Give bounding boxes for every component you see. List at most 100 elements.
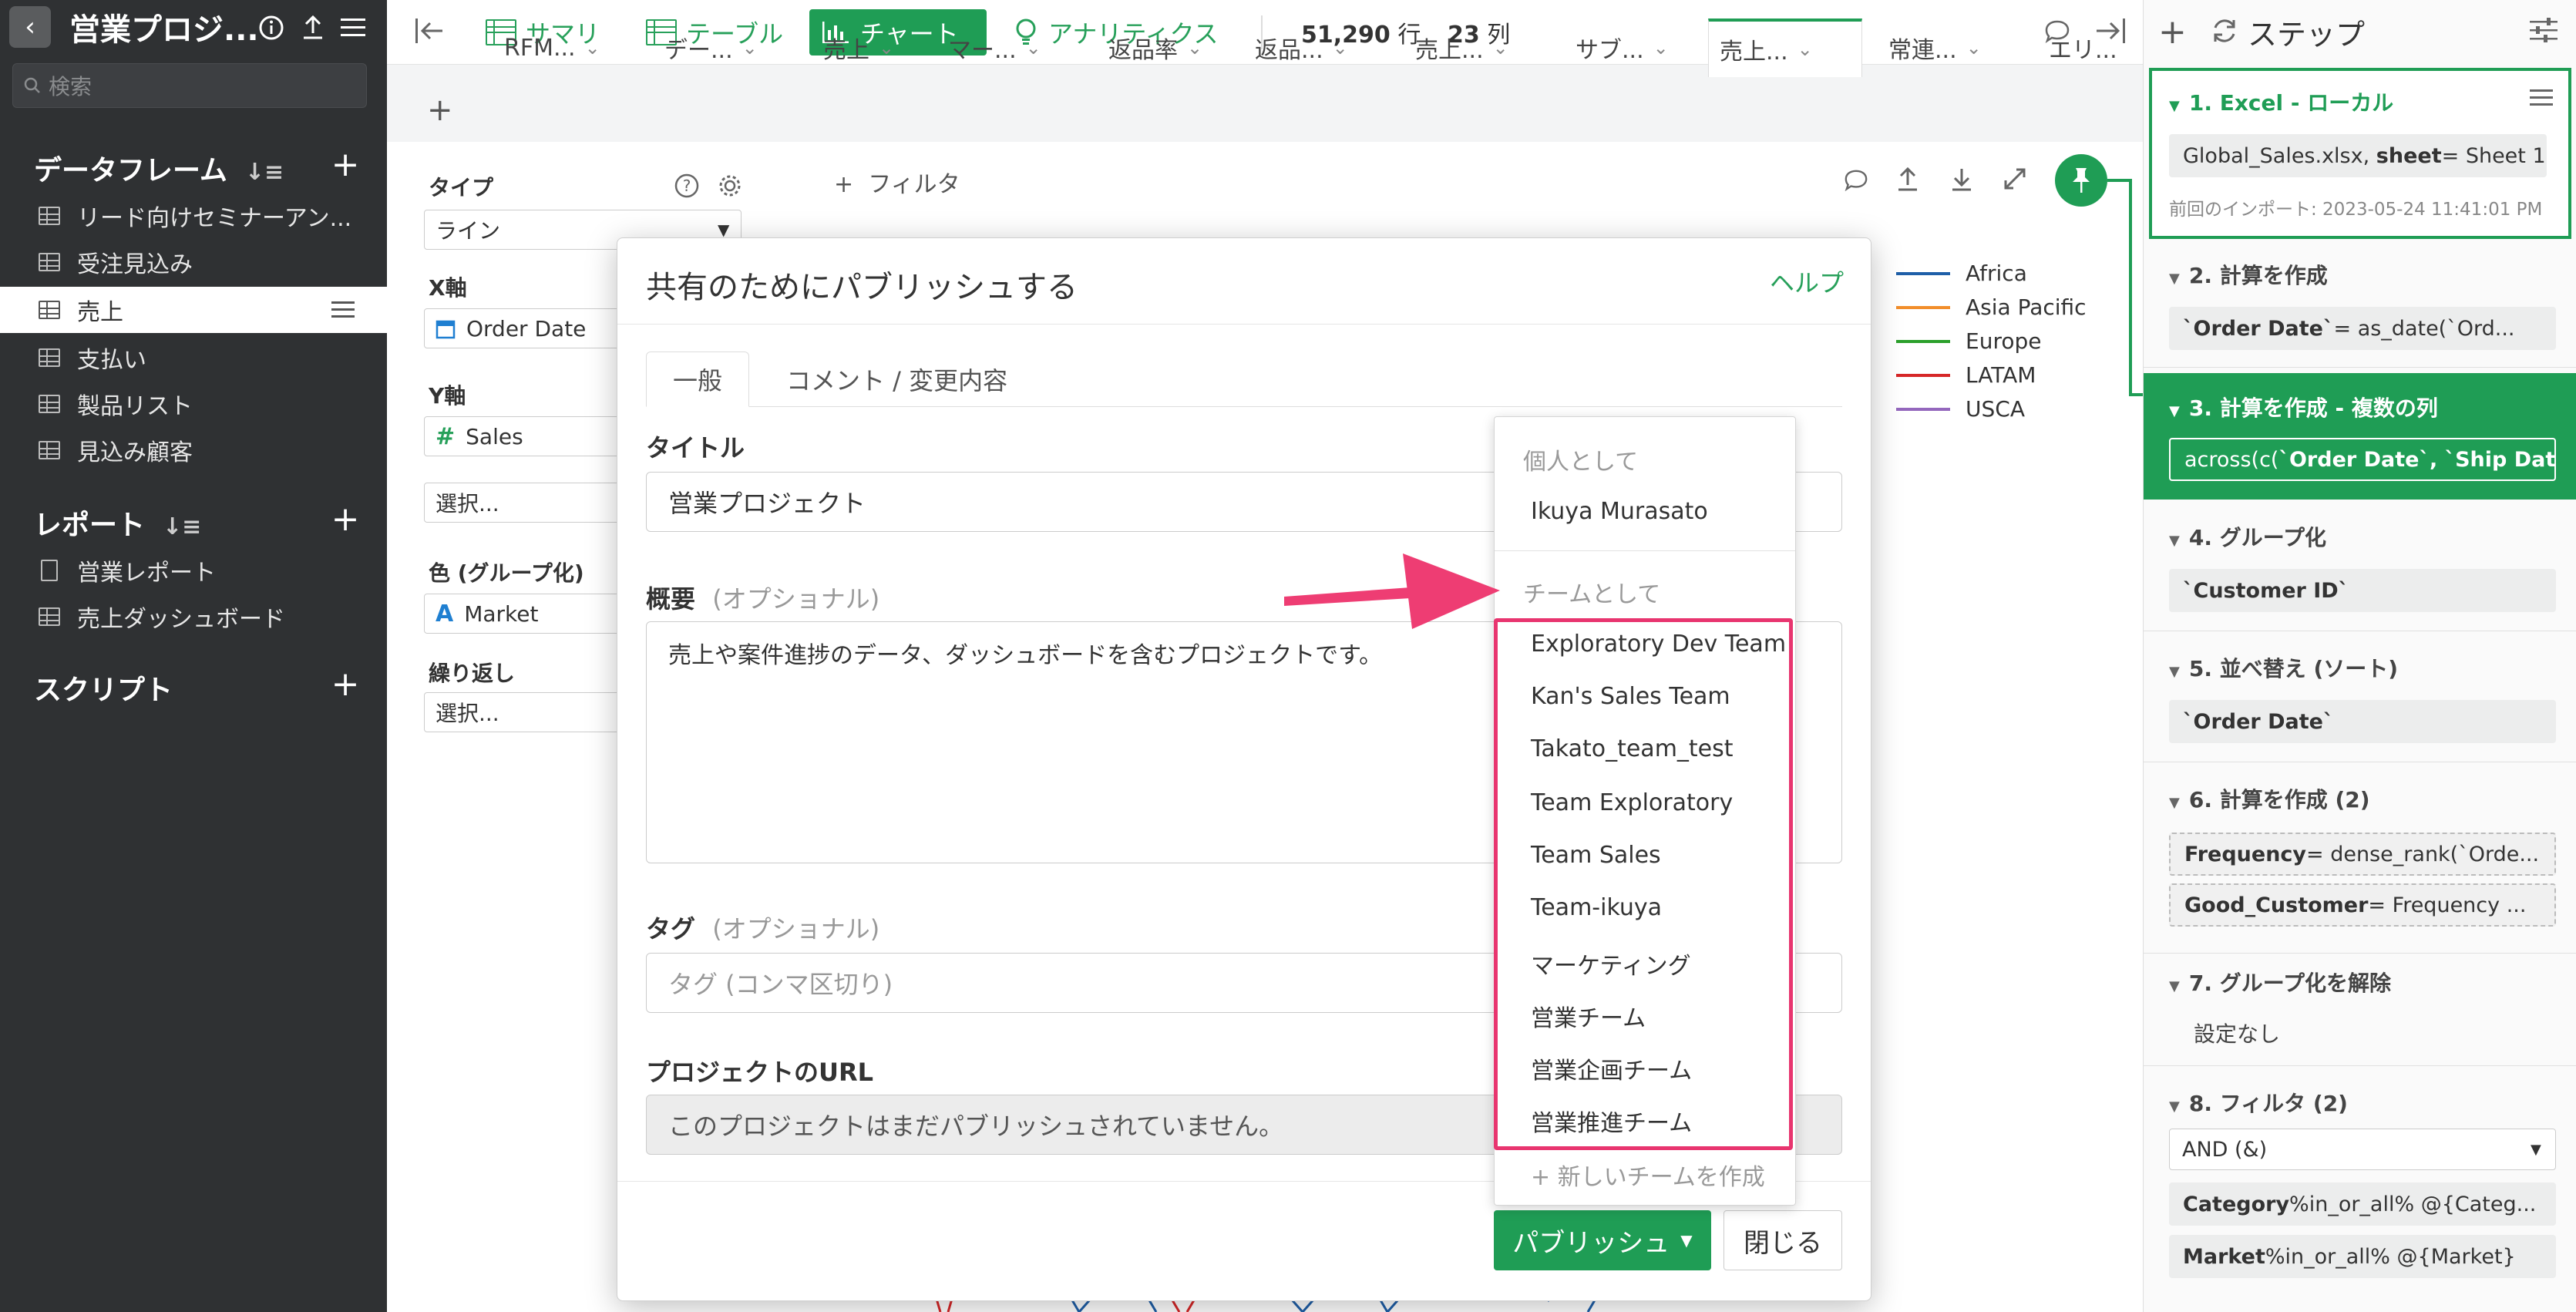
tab-chart[interactable]: 返品... ⌄ [1244, 19, 1359, 77]
tab-chart[interactable]: エリ... [2038, 19, 2128, 77]
gear-icon[interactable] [717, 173, 743, 202]
help-circle-icon[interactable]: ? [674, 173, 700, 202]
tab-chart[interactable]: RFM... ⌄ [493, 19, 611, 77]
svg-text:?: ? [683, 177, 691, 195]
step-6-chip[interactable]: Frequency = dense_rank(`Orde... [2169, 833, 2556, 876]
step-8-logic-select[interactable]: AND (&) ▼ [2169, 1129, 2556, 1170]
project-title[interactable]: 営業プロジ... [69, 5, 259, 49]
sidebar-item-dataframe[interactable]: 受注見込み [0, 239, 387, 285]
step-divider [2143, 1065, 2576, 1066]
step-5-title[interactable]: ▼ 5. 並べ替え (ソート) [2169, 652, 2398, 683]
tab-chart[interactable]: 常連... ⌄ [1878, 19, 1993, 77]
legend-item: Europe [1896, 328, 2041, 354]
dropdown-item-user[interactable]: Ikuya Murasato [1531, 498, 1708, 525]
back-button[interactable]: ‹ [9, 6, 51, 48]
step-8-title[interactable]: ▼ 8. フィルタ (2) [2169, 1087, 2348, 1118]
caret-down-icon: ▼ [718, 220, 730, 239]
sort-icon[interactable]: ↓≡ [237, 159, 284, 186]
step-1-chip[interactable]: Global_Sales.xlsx, sheet = Sheet 1 [2169, 134, 2547, 177]
step-3-chip[interactable]: across(c(`Order Date`, `Ship Date`),... [2169, 438, 2556, 481]
tab-general[interactable]: 一般 [646, 352, 750, 407]
reports-header: レポート ↓≡ [34, 510, 202, 541]
add-filter-button[interactable]: + フィルタ [834, 165, 960, 199]
download-icon[interactable] [1950, 167, 1973, 196]
sidebar-search-input[interactable]: 検索 [12, 63, 367, 108]
divider [617, 324, 1871, 325]
tab-chart[interactable]: 返品率 ⌄ [1098, 19, 1213, 77]
help-link[interactable]: ヘルプ [1770, 264, 1844, 299]
chevron-down-icon: ⌄ [1332, 37, 1348, 59]
sidebar-item-dataframe-active[interactable]: 売上 [0, 287, 387, 333]
upload-icon[interactable] [296, 11, 330, 45]
repeat-select[interactable]: 選択... [424, 692, 624, 732]
chevron-down-icon: ⌄ [1653, 37, 1669, 59]
sidebar-item-dataframe[interactable]: 製品リスト [0, 381, 387, 427]
legend-swatch [1896, 407, 1950, 411]
sidebar-item-report[interactable]: 売上ダッシュボード [0, 594, 387, 640]
dialog-title: 共有のためにパブリッシュする [646, 270, 1078, 305]
export-icon[interactable] [1896, 167, 1919, 196]
create-team-link[interactable]: + 新しいチームを作成 [1531, 1158, 1765, 1192]
tab-chart[interactable]: サブ... ⌄ [1565, 19, 1680, 77]
close-button[interactable]: 閉じる [1723, 1210, 1842, 1270]
team-header: チームとして [1523, 581, 1661, 608]
step-6-title[interactable]: ▼ 6. 計算を作成 (2) [2169, 783, 2370, 814]
sidebar-item-dataframe[interactable]: リード向けセミナーアン... [0, 193, 387, 239]
add-tab-button[interactable]: + [427, 93, 453, 128]
tab-comment[interactable]: コメント / 変更内容 [760, 352, 1034, 407]
step-4-chip[interactable]: `Customer ID` [2169, 569, 2556, 612]
color-field[interactable]: A Market [424, 594, 624, 634]
connector-line [2107, 179, 2130, 182]
sort-icon[interactable]: ↓≡ [155, 513, 201, 540]
caret-down-icon: ▼ [2169, 403, 2180, 419]
step-8-chip[interactable]: Market %in_or_all% @{Market} [2169, 1235, 2556, 1278]
chevron-down-icon: ⌄ [879, 37, 895, 59]
step-6-chip[interactable]: Good_Customer = Frequency ... [2169, 883, 2556, 927]
table-icon [37, 299, 62, 321]
step-7-title[interactable]: ▼ 7. グループ化を解除 [2169, 967, 2391, 997]
sidebar-item-report[interactable]: 営業レポート [0, 547, 387, 594]
comment-icon[interactable] [1844, 168, 1868, 196]
sidebar-item-dataframe[interactable]: 支払い [0, 335, 387, 381]
dataframes-header: データフレーム ↓≡ [34, 155, 284, 187]
tab-chart[interactable]: 売上 ⌄ [812, 19, 905, 77]
personal-header: 個人として [1523, 449, 1639, 476]
caret-down-icon: ▼ [2169, 795, 2180, 811]
pin-icon [2073, 168, 2090, 193]
calendar-icon [435, 320, 456, 339]
expand-icon[interactable] [2003, 167, 2027, 194]
add-dataframe-button[interactable]: + [328, 145, 362, 184]
collapse-left-icon[interactable] [413, 15, 447, 49]
tab-chart[interactable]: マー... ⌄ [937, 19, 1052, 77]
step-4-title[interactable]: ▼ 4. グループ化 [2169, 521, 2326, 552]
sliders-icon[interactable] [2530, 17, 2558, 46]
tab-chart[interactable]: 売上... ⌄ [1404, 19, 1519, 77]
refresh-icon[interactable] [2209, 15, 2240, 49]
step-3-title[interactable]: ▼ 3. 計算を作成 - 複数の列 [2169, 392, 2438, 422]
y-axis-field[interactable]: # Sales [424, 416, 624, 456]
info-icon[interactable] [254, 11, 288, 45]
tab-chart[interactable]: デー... ⌄ [654, 19, 768, 77]
step-5-chip[interactable]: `Order Date` [2169, 700, 2556, 743]
add-script-button[interactable]: + [328, 664, 362, 704]
step-1-title[interactable]: ▼ 1. Excel - ローカル [2169, 86, 2393, 117]
item-menu-icon[interactable] [331, 300, 355, 320]
add-step-button[interactable]: + [2158, 12, 2187, 52]
url-label: プロジェクトのURL [646, 1058, 874, 1087]
x-axis-field[interactable]: Order Date [424, 308, 624, 348]
y-axis-select[interactable]: 選択... [424, 483, 624, 523]
menu-icon[interactable] [336, 11, 370, 45]
table-icon [37, 347, 62, 368]
step-2-title[interactable]: ▼ 2. 計算を作成 [2169, 259, 2328, 290]
publish-button[interactable]: パブリッシュ ▼ [1494, 1210, 1711, 1270]
step-8-chip[interactable]: Category %in_or_all% @{Categ... [2169, 1182, 2556, 1226]
step-2-chip[interactable]: `Order Date` = as_date(`Ord... [2169, 307, 2556, 350]
step-menu-icon[interactable] [2530, 88, 2553, 111]
add-report-button[interactable]: + [328, 500, 362, 539]
dropdown-divider [1495, 550, 1795, 551]
tab-chart-active[interactable]: 売上... ⌄ [1708, 19, 1862, 77]
scripts-header: スクリプト [34, 675, 173, 706]
pin-button[interactable] [2055, 154, 2107, 207]
table-icon [37, 439, 62, 461]
sidebar-item-dataframe[interactable]: 見込み顧客 [0, 427, 387, 473]
